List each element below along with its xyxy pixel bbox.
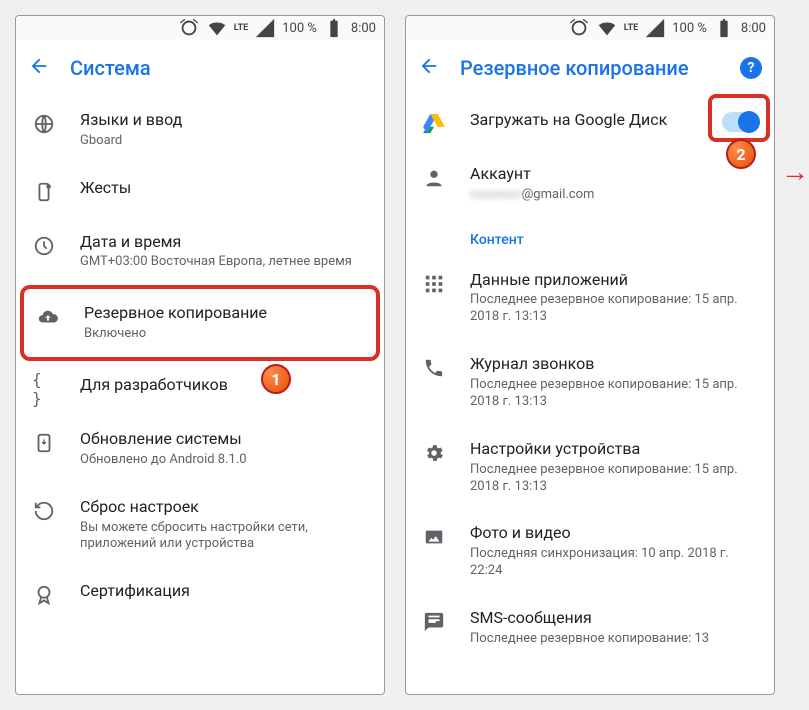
alarm-icon	[178, 17, 200, 39]
backup-list: Загружать на Google Диск Аккаунт xxxxxxxx…	[406, 96, 774, 694]
item-datetime[interactable]: Дата и времяGMT+03:00 Восточная Европа, …	[16, 218, 384, 286]
message-icon	[422, 610, 446, 634]
google-drive-icon	[422, 112, 446, 136]
restore-icon	[32, 499, 56, 523]
battery-text: 100 %	[672, 21, 707, 36]
signal-icon	[254, 17, 276, 39]
account-icon	[422, 166, 446, 190]
item-title: Загружать на Google Диск	[470, 110, 698, 131]
highlight-toggle	[708, 94, 770, 142]
wifi-icon	[206, 17, 228, 39]
item-sub: Последняя синхронизация: 10 апр. 2018 г.…	[470, 546, 758, 580]
back-button[interactable]	[28, 55, 50, 81]
gestures-icon	[32, 180, 56, 204]
braces-icon: { }	[32, 377, 56, 401]
item-calls[interactable]: Журнал звонковПоследнее резервное копиро…	[406, 340, 774, 425]
item-title: Для разработчиков	[80, 375, 368, 396]
section-content: Контент	[406, 218, 774, 256]
page-title: Система	[70, 56, 151, 80]
item-title: Дата и время	[80, 232, 368, 253]
item-gestures[interactable]: Жесты	[16, 164, 384, 218]
item-sub: Включено	[84, 326, 364, 343]
battery-text: 100 %	[282, 21, 317, 36]
highlight-backup: Резервное копирование Включено	[20, 285, 380, 361]
phone-icon	[422, 356, 446, 380]
battery-icon	[323, 17, 345, 39]
item-sub: Обновлено до Android 8.1.0	[80, 452, 368, 469]
badge-1: 1	[261, 364, 291, 394]
item-developer[interactable]: { } Для разработчиков	[16, 361, 384, 415]
item-cert[interactable]: Сертификация	[16, 567, 384, 621]
image-icon	[422, 525, 446, 549]
award-icon	[32, 583, 56, 607]
cloud-upload-icon	[36, 305, 60, 329]
alarm-icon	[568, 17, 590, 39]
item-title: SMS-сообщения	[470, 608, 758, 629]
item-languages[interactable]: Языки и ввод Gboard	[16, 96, 384, 164]
item-sub: Последнее резервное копирование: 15 апр.…	[470, 462, 758, 496]
item-title: Жесты	[80, 178, 368, 199]
network-icon: LTE	[234, 23, 249, 33]
item-title: Данные приложений	[470, 270, 758, 291]
item-sub: GMT+03:00 Восточная Европа, летнее время	[80, 254, 368, 271]
item-sub: Вы можете сбросить настройки сети, прило…	[80, 520, 368, 554]
download-icon	[32, 431, 56, 455]
gear-icon	[422, 441, 446, 465]
item-device[interactable]: Настройки устройстваПоследнее резервное …	[406, 425, 774, 510]
back-button[interactable]	[418, 55, 440, 81]
item-account[interactable]: Аккаунт xxxxxxxx@gmail.com	[406, 150, 774, 218]
header: Резервное копирование ?	[406, 40, 774, 96]
item-title: Языки и ввод	[80, 110, 368, 131]
item-sub: Последнее резервное копирование: 13	[470, 631, 758, 648]
item-title: Сертификация	[80, 581, 368, 602]
wifi-icon	[596, 17, 618, 39]
item-title: Аккаунт	[470, 164, 758, 185]
badge-2: 2	[726, 139, 756, 169]
page-title: Резервное копирование	[460, 56, 689, 80]
item-sub: xxxxxxxx@gmail.com	[470, 187, 758, 204]
item-sub: Последнее резервное копирование: 15 апр.…	[470, 292, 758, 326]
time-text: 8:00	[351, 21, 376, 36]
settings-list: Языки и ввод Gboard Жесты Дата и времяGMT…	[16, 96, 384, 694]
item-sub: Последнее резервное копирование: 15 апр.…	[470, 377, 758, 411]
status-bar: LTE 100 % 8:00	[16, 16, 384, 40]
item-title: Сброс настроек	[80, 497, 368, 518]
item-title: Обновление системы	[80, 429, 368, 450]
time-text: 8:00	[741, 21, 766, 36]
phone-right: LTE 100 % 8:00 Резервное копирование ? З…	[405, 15, 775, 695]
item-update[interactable]: Обновление системы Обновлено до Android 8…	[16, 415, 384, 483]
header: Система	[16, 40, 384, 96]
item-sub: Gboard	[80, 133, 368, 150]
battery-icon	[713, 17, 735, 39]
item-title: Настройки устройства	[470, 439, 758, 460]
arrow-indicator: →	[781, 155, 809, 188]
item-sms[interactable]: SMS-сообщения Последнее резервное копиров…	[406, 594, 774, 662]
item-title: Фото и видео	[470, 523, 758, 544]
globe-icon	[32, 112, 56, 136]
help-button[interactable]: ?	[740, 57, 762, 79]
item-backup[interactable]: Резервное копирование Включено	[24, 289, 376, 357]
phone-left: LTE 100 % 8:00 Система Языки и ввод Gboar…	[15, 15, 385, 695]
network-icon: LTE	[624, 23, 639, 33]
item-reset[interactable]: Сброс настроекВы можете сбросить настрой…	[16, 483, 384, 568]
signal-icon	[644, 17, 666, 39]
item-title: Резервное копирование	[84, 303, 364, 324]
status-bar: LTE 100 % 8:00	[406, 16, 774, 40]
item-title: Журнал звонков	[470, 354, 758, 375]
apps-grid-icon	[422, 272, 446, 296]
item-apps[interactable]: Данные приложенийПоследнее резервное коп…	[406, 256, 774, 341]
item-media[interactable]: Фото и видеоПоследняя синхронизация: 10 …	[406, 509, 774, 594]
clock-icon	[32, 234, 56, 258]
